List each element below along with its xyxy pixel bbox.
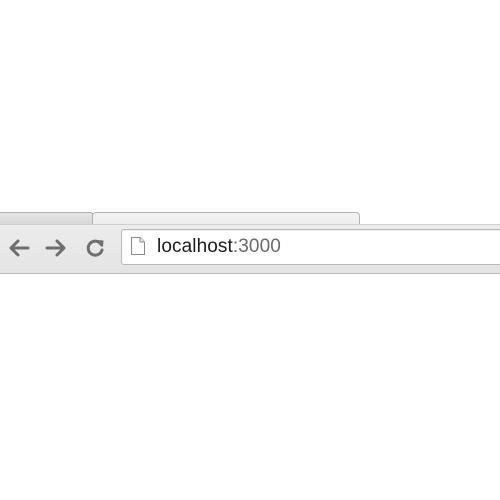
url-port: :3000 <box>232 236 281 257</box>
address-bar[interactable]: localhost:3000 <box>121 229 500 265</box>
forward-arrow-icon <box>45 239 66 257</box>
reload-icon <box>86 239 104 257</box>
url-text[interactable]: localhost:3000 <box>157 236 281 258</box>
back-button[interactable] <box>4 233 34 263</box>
forward-button[interactable] <box>41 233 71 263</box>
browser-window: localhost:3000 <box>0 0 500 500</box>
reload-button[interactable] <box>80 233 110 263</box>
page-document-icon <box>131 237 145 255</box>
browser-toolbar: localhost:3000 <box>0 224 500 274</box>
url-host: localhost <box>157 236 233 257</box>
back-arrow-icon <box>9 239 30 257</box>
